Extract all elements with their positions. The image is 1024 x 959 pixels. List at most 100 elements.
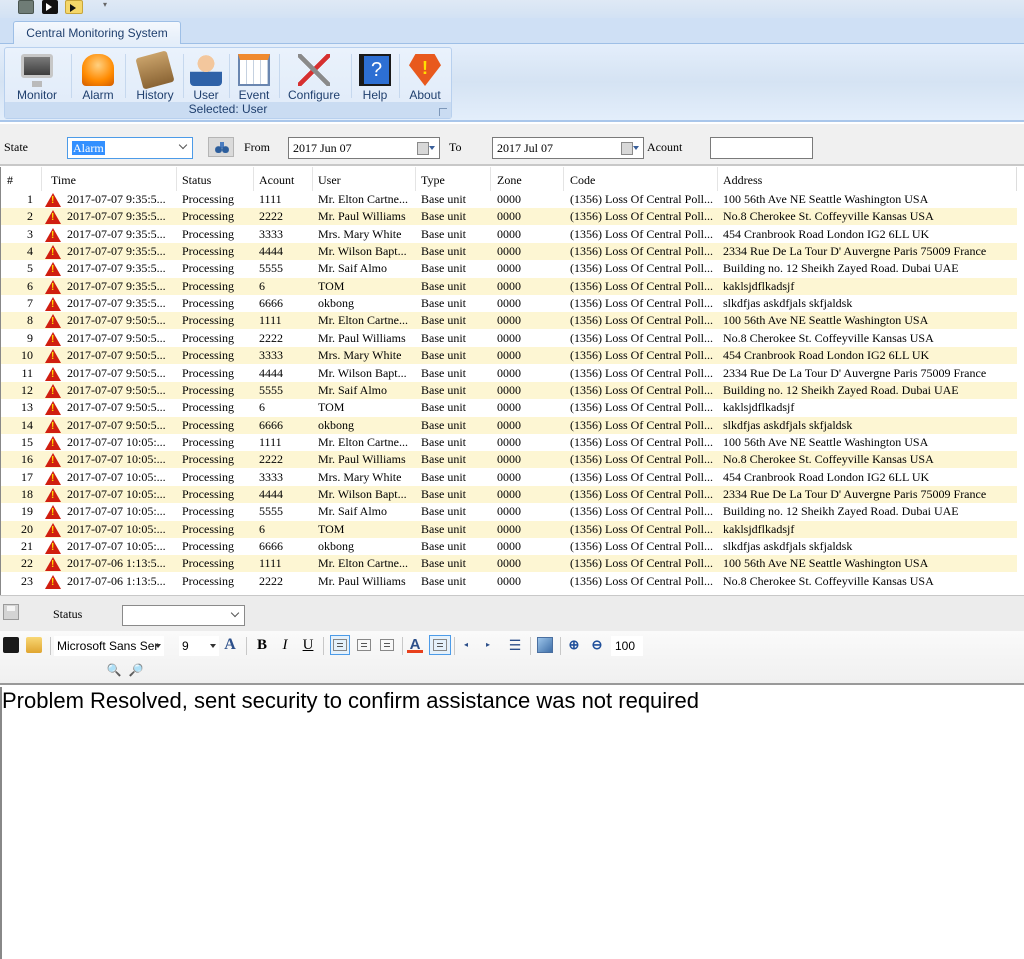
alarm-warning-icon (45, 574, 61, 589)
column-divider[interactable] (563, 167, 564, 191)
column-header-code[interactable]: Code (570, 173, 595, 188)
logout-icon[interactable] (42, 0, 58, 14)
find-next-icon[interactable]: 🔎 (128, 662, 144, 678)
calendar-dropdown-icon[interactable] (621, 142, 639, 155)
table-row[interactable]: 21 2017-07-07 10:05:... Processing 6666 okbo… (1, 538, 1017, 555)
column-divider[interactable] (41, 167, 42, 191)
zoom-out-icon[interactable]: ⊖ (589, 637, 605, 653)
from-date-picker[interactable]: 2017 Jun 07 (288, 137, 440, 159)
state-select[interactable]: Alarm (67, 137, 193, 159)
column-header-address[interactable]: Address (723, 173, 762, 188)
help-button[interactable]: ? Help (353, 50, 397, 102)
insert-image-icon[interactable] (537, 637, 553, 653)
text-color-icon[interactable]: A (407, 637, 423, 653)
font-color-picker-icon[interactable]: A (222, 637, 238, 653)
status-select[interactable] (122, 605, 245, 626)
font-size-select[interactable]: 9 (179, 636, 219, 656)
user-cell: Mr. Elton Cartne... (318, 313, 408, 328)
italic-button[interactable]: I (277, 637, 293, 653)
alarm-button[interactable]: Alarm (73, 50, 123, 102)
align-right-icon (380, 639, 394, 651)
account-input[interactable] (710, 137, 813, 159)
configure-button[interactable]: Configure (281, 50, 347, 102)
column-divider[interactable] (717, 167, 718, 191)
table-row[interactable]: 8 2017-07-07 9:50:5... Processing 1111 Mr. E… (1, 312, 1017, 330)
align-left-button[interactable] (330, 635, 350, 655)
align-center-button[interactable] (355, 637, 375, 653)
increase-indent-icon[interactable]: ▸ (480, 637, 496, 653)
zone-cell: 0000 (497, 244, 521, 259)
table-row[interactable]: 19 2017-07-07 10:05:... Processing 5555 Mr. … (1, 503, 1017, 520)
table-row[interactable]: 14 2017-07-07 9:50:5... Processing 6666 okbo… (1, 416, 1017, 434)
open-folder-icon[interactable] (26, 637, 42, 653)
table-row[interactable]: 20 2017-07-07 10:05:... Processing 6 TOM Base… (1, 520, 1017, 538)
table-row[interactable]: 22 2017-07-06 1:13:5... Processing 1111 Mr. … (1, 555, 1017, 573)
zoom-level-input[interactable]: 100 (611, 636, 643, 656)
to-date-picker[interactable]: 2017 Jul 07 (492, 137, 644, 159)
table-row[interactable]: 4 2017-07-07 9:35:5... Processing 4444 Mr. W… (1, 243, 1017, 261)
column-header-account[interactable]: Acount (259, 173, 294, 188)
table-row[interactable]: 16 2017-07-07 10:05:... Processing 2222 Mr. … (1, 451, 1017, 469)
column-divider[interactable] (415, 167, 416, 191)
address-cell: No.8 Cherokee St. Coffeyville Kansas USA (723, 452, 934, 467)
table-row[interactable]: 6 2017-07-07 9:35:5... Processing 6 TOM Base … (1, 277, 1017, 295)
customize-toolbar-chevron-icon[interactable]: ▾ (103, 0, 107, 9)
table-row[interactable]: 15 2017-07-07 10:05:... Processing 1111 Mr. … (1, 434, 1017, 451)
table-row[interactable]: 2 2017-07-07 9:35:5... Processing 2222 Mr. P… (1, 208, 1017, 226)
align-right-button[interactable] (378, 637, 398, 653)
monitor-button[interactable]: Monitor (9, 50, 65, 102)
column-header-user[interactable]: User (318, 173, 341, 188)
history-button[interactable]: History (129, 50, 181, 102)
save-disk-icon[interactable] (3, 604, 19, 620)
column-divider[interactable] (253, 167, 254, 191)
address-cell: Building no. 12 Sheikh Zayed Road. Dubai… (723, 504, 959, 519)
underline-button[interactable]: U (300, 637, 316, 653)
bullet-list-icon[interactable]: ☰ (507, 637, 523, 653)
find-icon[interactable]: 🔍 (106, 662, 122, 678)
column-divider[interactable] (490, 167, 491, 191)
from-label: From (244, 140, 271, 154)
user-cell: Mr. Elton Cartne... (318, 192, 408, 206)
table-row[interactable]: 18 2017-07-07 10:05:... Processing 4444 Mr. … (1, 485, 1017, 503)
save-icon[interactable] (18, 0, 34, 14)
column-divider[interactable] (176, 167, 177, 191)
column-header-zone[interactable]: Zone (497, 173, 522, 188)
column-header-type[interactable]: Type (421, 173, 445, 188)
column-header-time[interactable]: Time (51, 173, 76, 188)
export-icon[interactable] (3, 637, 19, 653)
bold-button[interactable]: B (254, 637, 270, 653)
table-row[interactable]: 5 2017-07-07 9:35:5... Processing 5555 Mr. S… (1, 260, 1017, 277)
about-button[interactable]: ! About (401, 50, 449, 102)
alarm-grid: # Time Status Acount User Type Zone Code… (0, 167, 1024, 595)
font-name-select[interactable]: Microsoft Sans Ser (54, 636, 164, 656)
code-cell: (1356) Loss Of Central Poll... (570, 556, 713, 571)
notes-text[interactable]: Problem Resolved, sent security to confi… (2, 688, 699, 714)
table-row[interactable]: 10 2017-07-07 9:50:5... Processing 3333 Mrs.… (1, 347, 1017, 365)
table-row[interactable]: 7 2017-07-07 9:35:5... Processing 6666 okbon… (1, 295, 1017, 312)
zoom-in-icon[interactable]: ⊕ (566, 637, 582, 653)
column-header-status[interactable]: Status (182, 173, 211, 188)
row-number: 10 (21, 348, 33, 363)
column-divider[interactable] (312, 167, 313, 191)
table-row[interactable]: 12 2017-07-07 9:50:5... Processing 5555 Mr. … (1, 381, 1017, 399)
table-row[interactable]: 9 2017-07-07 9:50:5... Processing 2222 Mr. P… (1, 330, 1017, 347)
login-icon[interactable] (65, 0, 83, 14)
highlight-button[interactable] (429, 635, 451, 655)
table-row[interactable]: 1 2017-07-07 9:35:5... Processing 1111 Mr. E… (1, 191, 1017, 208)
table-row[interactable]: 23 2017-07-06 1:13:5... Processing 2222 Mr. … (1, 573, 1017, 590)
user-button[interactable]: User (185, 50, 227, 102)
dialog-launcher-icon[interactable] (439, 108, 447, 116)
notes-editor[interactable]: Problem Resolved, sent security to confi… (0, 687, 1024, 959)
table-row[interactable]: 11 2017-07-07 9:50:5... Processing 4444 Mr. … (1, 365, 1017, 382)
search-button[interactable] (208, 137, 234, 157)
table-row[interactable]: 3 2017-07-07 9:35:5... Processing 3333 Mrs. … (1, 226, 1017, 243)
type-cell: Base unit (421, 261, 466, 276)
status-cell: Processing (182, 486, 234, 501)
calendar-dropdown-icon[interactable] (417, 142, 435, 155)
tab-central-monitoring-system[interactable]: Central Monitoring System (13, 21, 181, 45)
decrease-indent-icon[interactable]: ◂ (458, 637, 474, 653)
event-button[interactable]: Event (231, 50, 277, 102)
column-header-number[interactable]: # (7, 173, 13, 188)
table-row[interactable]: 17 2017-07-07 10:05:... Processing 3333 Mrs.… (1, 469, 1017, 486)
table-row[interactable]: 13 2017-07-07 9:50:5... Processing 6 TOM Base… (1, 399, 1017, 416)
